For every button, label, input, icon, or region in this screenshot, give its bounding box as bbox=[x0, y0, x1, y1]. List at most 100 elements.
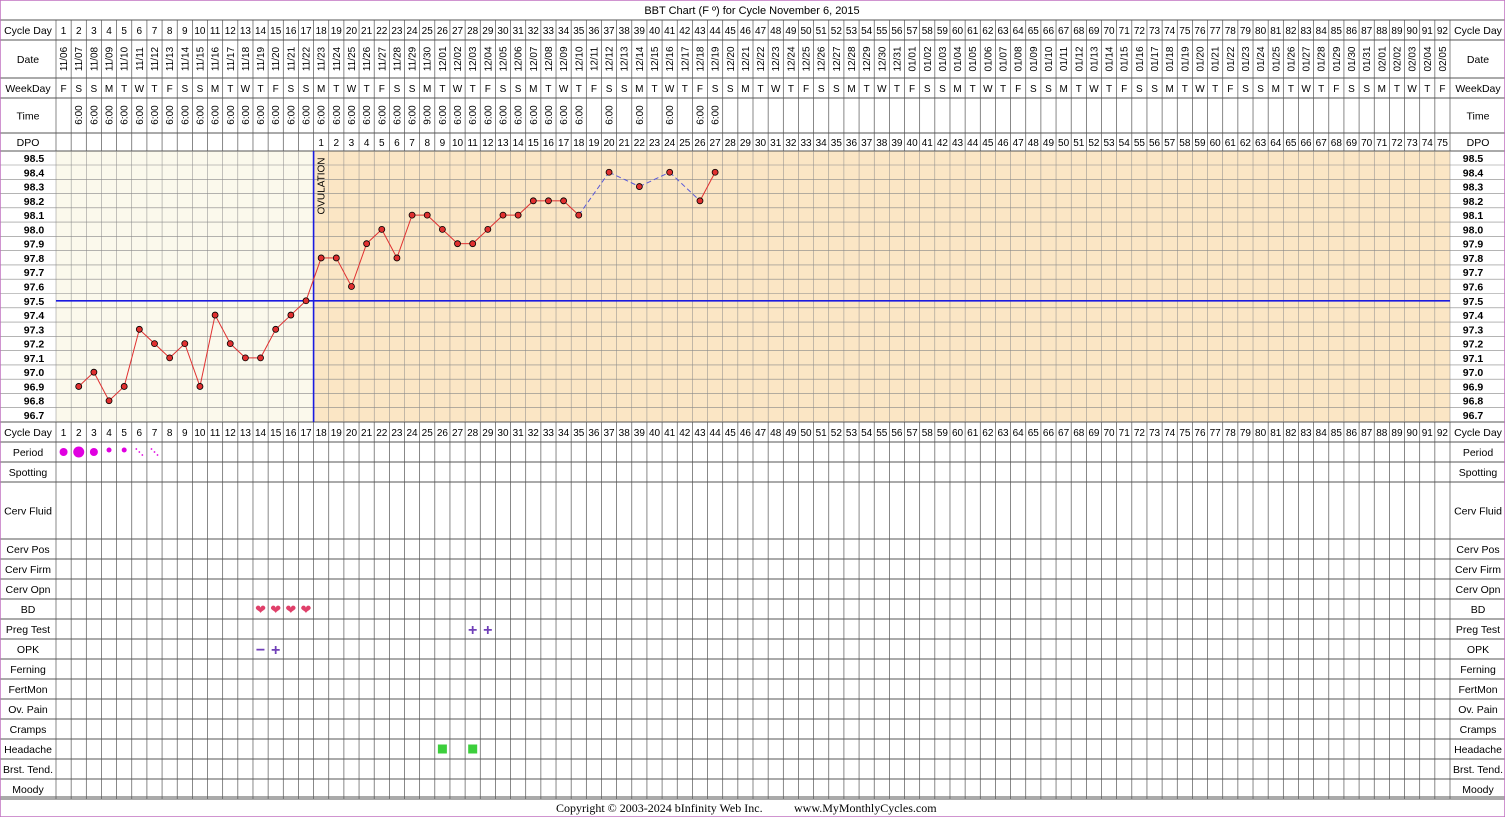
period-dot bbox=[59, 448, 68, 456]
date-label: 01/08 bbox=[1014, 46, 1025, 71]
dpo-number: 13 bbox=[497, 138, 509, 149]
dpo-number: 50 bbox=[1058, 138, 1070, 149]
cycle-day-number: 67 bbox=[1058, 26, 1070, 37]
cycle-day-number: 51 bbox=[816, 428, 828, 439]
dpo-number: 43 bbox=[952, 138, 964, 149]
y-tick-right: 97.0 bbox=[1463, 367, 1484, 379]
date-label: 11/27 bbox=[377, 46, 388, 71]
weekday-label: T bbox=[545, 84, 551, 95]
dpo-number: 65 bbox=[1285, 138, 1297, 149]
cycle-day-number: 29 bbox=[482, 428, 494, 439]
cycle-day-number: 3 bbox=[91, 26, 97, 37]
weekday-label: S bbox=[1045, 84, 1052, 95]
cycle-day-number: 40 bbox=[649, 26, 661, 37]
cycle-day-number: 77 bbox=[1210, 428, 1222, 439]
copyright-text: Copyright © 2003-2024 bInfinity Web Inc. bbox=[556, 801, 763, 815]
y-tick-left: 96.8 bbox=[24, 396, 45, 408]
time-label: 6:00 bbox=[256, 105, 267, 125]
dpo-number: 38 bbox=[876, 138, 888, 149]
weekday-label: W bbox=[665, 84, 675, 95]
cycle-day-number: 73 bbox=[1149, 428, 1161, 439]
weekday-label: F bbox=[697, 84, 703, 95]
y-tick-left: 97.5 bbox=[24, 296, 45, 308]
weekday-label: M bbox=[741, 84, 749, 95]
cycle-day-number: 50 bbox=[800, 26, 812, 37]
cycle-day-number: 70 bbox=[1104, 428, 1116, 439]
date-label: 12/01 bbox=[438, 46, 449, 71]
bd-heart: ❤ bbox=[270, 602, 281, 617]
cycle-day-number: 85 bbox=[1331, 26, 1343, 37]
cycle-day-number: 66 bbox=[1043, 26, 1055, 37]
cycle-day-number: 14 bbox=[255, 428, 267, 439]
dpo-number: 57 bbox=[1164, 138, 1176, 149]
row-label-right: Cycle Day bbox=[1454, 427, 1503, 439]
time-label: 6:00 bbox=[468, 105, 479, 125]
date-label: 01/04 bbox=[953, 46, 964, 71]
dpo-number: 9 bbox=[440, 138, 446, 149]
dpo-number: 29 bbox=[740, 138, 752, 149]
cycle-day-number: 18 bbox=[316, 428, 328, 439]
date-label: 01/17 bbox=[1150, 46, 1161, 71]
date-label: 01/07 bbox=[999, 46, 1010, 71]
cycle-day-number: 33 bbox=[543, 428, 555, 439]
dpo-number: 67 bbox=[1316, 138, 1328, 149]
row-label-right: Brst. Tend. bbox=[1453, 764, 1503, 776]
weekday-label: T bbox=[1000, 84, 1006, 95]
cycle-day-number: 43 bbox=[694, 428, 706, 439]
cycle-day-number: 34 bbox=[558, 428, 570, 439]
dpo-number: 27 bbox=[710, 138, 722, 149]
y-tick-left: 98.5 bbox=[24, 153, 45, 165]
row-label-right: Cramps bbox=[1460, 724, 1497, 736]
temp-point bbox=[635, 183, 643, 190]
dpo-number: 32 bbox=[785, 138, 797, 149]
dpo-number: 68 bbox=[1331, 138, 1343, 149]
cycle-day-number: 11 bbox=[210, 26, 221, 37]
cycle-day-number: 81 bbox=[1270, 428, 1282, 439]
cycle-day-number: 52 bbox=[831, 26, 843, 37]
date-label: 12/16 bbox=[665, 46, 676, 71]
weekday-label: T bbox=[1182, 84, 1188, 95]
post-ovulation-area bbox=[313, 151, 1451, 422]
date-label: 11/08 bbox=[89, 46, 100, 71]
dpo-number: 11 bbox=[467, 138, 478, 149]
time-label: 6:00 bbox=[483, 105, 494, 125]
dpo-number: 58 bbox=[1179, 138, 1191, 149]
cycle-day-number: 56 bbox=[891, 428, 903, 439]
period-dot bbox=[106, 447, 112, 453]
cycle-day-number: 31 bbox=[513, 26, 525, 37]
date-label: 11/19 bbox=[256, 46, 267, 71]
row-label-left: BD bbox=[21, 604, 36, 616]
dpo-number: 25 bbox=[679, 138, 691, 149]
time-label: 6:00 bbox=[347, 105, 358, 125]
date-label: 01/10 bbox=[1044, 46, 1055, 71]
date-label: 12/27 bbox=[832, 46, 843, 71]
row-label-right: Time bbox=[1467, 111, 1490, 123]
cycle-day-number: 61 bbox=[967, 26, 979, 37]
date-label: 11/17 bbox=[226, 46, 237, 71]
preg-test-result: + bbox=[468, 622, 477, 639]
cycle-day-number: 40 bbox=[649, 428, 661, 439]
weekday-label: S bbox=[1151, 84, 1158, 95]
dpo-number: 34 bbox=[816, 138, 828, 149]
dpo-number: 62 bbox=[1240, 138, 1252, 149]
cycle-day-number: 72 bbox=[1134, 428, 1146, 439]
cycle-day-number: 13 bbox=[240, 428, 252, 439]
cycle-day-number: 79 bbox=[1240, 26, 1252, 37]
temp-point bbox=[378, 225, 386, 233]
time-label: 6:00 bbox=[74, 105, 85, 125]
row-label-right: WeekDay bbox=[1455, 83, 1501, 95]
cycle-day-number: 24 bbox=[407, 26, 419, 37]
cycle-day-number: 55 bbox=[876, 428, 888, 439]
cycle-day-number: 66 bbox=[1043, 428, 1055, 439]
temp-point bbox=[257, 354, 264, 362]
weekday-label: S bbox=[833, 84, 840, 95]
cycle-day-number: 68 bbox=[1073, 26, 1085, 37]
row-label-left: Cramps bbox=[10, 724, 47, 736]
weekday-label: F bbox=[167, 84, 173, 95]
weekday-label: S bbox=[712, 84, 719, 95]
cycle-day-number: 23 bbox=[391, 26, 403, 37]
weekday-label: M bbox=[1059, 84, 1067, 95]
weekday-label: F bbox=[485, 84, 491, 95]
cycle-day-number: 35 bbox=[573, 26, 585, 37]
bd-heart: ❤ bbox=[285, 602, 296, 617]
